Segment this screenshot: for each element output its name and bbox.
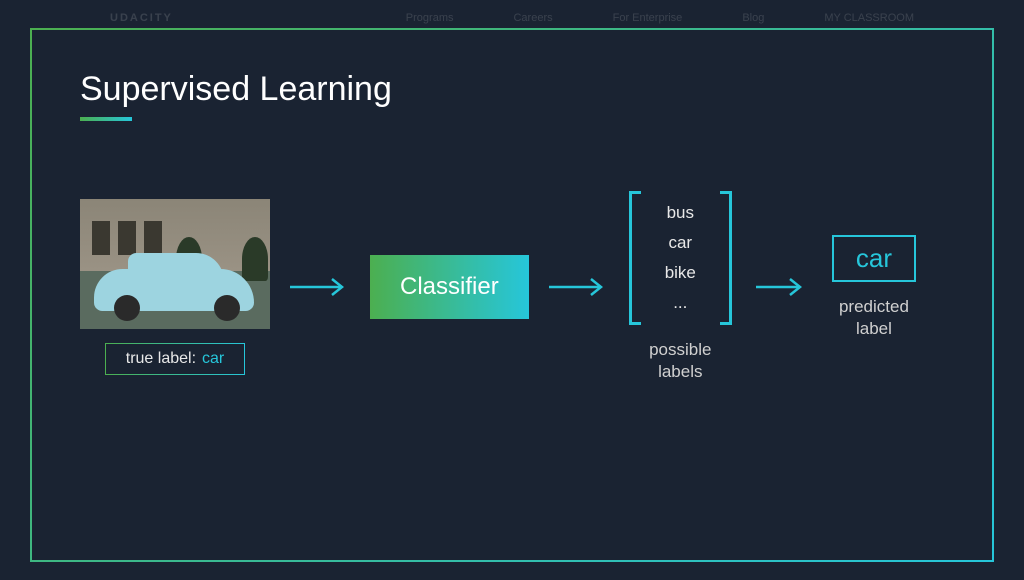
predicted-label-box: car bbox=[832, 235, 916, 282]
logo: UDACITY bbox=[110, 12, 173, 24]
true-label-box: true label: car bbox=[105, 343, 246, 375]
input-image-car bbox=[80, 199, 270, 329]
nav-item: Blog bbox=[742, 12, 764, 24]
slide-frame: Supervised Learning true label: car bbox=[30, 28, 994, 562]
predicted-label-caption: predicted label bbox=[839, 296, 909, 340]
nav-item: Programs bbox=[406, 12, 454, 24]
label-item: car bbox=[665, 233, 696, 253]
slide-title: Supervised Learning bbox=[80, 70, 944, 109]
nav-item: Careers bbox=[513, 12, 552, 24]
possible-labels-caption: possible labels bbox=[649, 339, 711, 383]
bracket-right-icon bbox=[720, 191, 732, 325]
possible-labels-column: bus car bike ... possible labels bbox=[629, 191, 732, 383]
input-column: true label: car bbox=[80, 199, 270, 375]
label-item: ... bbox=[665, 293, 696, 313]
arrow-icon bbox=[288, 277, 352, 297]
true-label-value: car bbox=[202, 350, 224, 368]
nav-item: For Enterprise bbox=[613, 12, 683, 24]
prediction-column: car predicted label bbox=[832, 235, 916, 340]
label-item: bike bbox=[665, 263, 696, 283]
diagram-flow: true label: car Classifier bus bbox=[80, 191, 944, 383]
possible-labels-list: bus car bike ... bbox=[651, 191, 710, 325]
labels-brackets: bus car bike ... bbox=[629, 191, 732, 325]
label-item: bus bbox=[665, 203, 696, 223]
bracket-left-icon bbox=[629, 191, 641, 325]
arrow-icon bbox=[547, 277, 611, 297]
top-nav-ghost: UDACITY Programs Careers For Enterprise … bbox=[0, 6, 1024, 30]
classifier-column: Classifier bbox=[370, 255, 529, 319]
arrow-icon bbox=[750, 277, 814, 297]
nav-item: MY CLASSROOM bbox=[824, 12, 914, 24]
classifier-box: Classifier bbox=[370, 255, 529, 319]
true-label-prefix: true label: bbox=[126, 350, 196, 368]
title-underline bbox=[80, 117, 132, 121]
